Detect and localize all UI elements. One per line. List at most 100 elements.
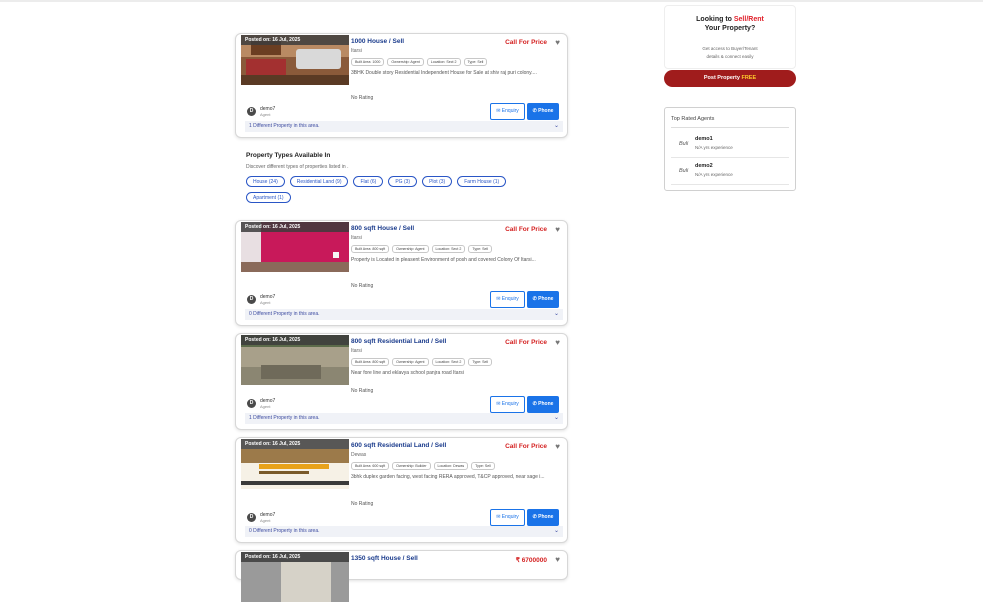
listing-price: ₹ 6700000 [515, 557, 547, 564]
listing-card[interactable]: Posted on: 16 Jul, 2025 600 sqft Residen… [235, 437, 568, 543]
tag-built-area: Built Area: 600 sqft [351, 462, 390, 470]
enquiry-button[interactable]: ✉ Enquiry [490, 291, 525, 308]
posted-date: Posted on: 16 Jul, 2025 [241, 35, 349, 45]
agent-info[interactable]: D demo7 Agent [247, 294, 275, 305]
pill-pg[interactable]: PG (3) [388, 176, 418, 187]
listing-card[interactable]: Posted on: 16 Jul, 2025 1350 sqft House … [235, 550, 568, 602]
listing-city: Dewas [351, 452, 367, 458]
listing-tags: Built Area: 1000 Ownership: Agent Locati… [351, 58, 561, 66]
agent-info[interactable]: D demo7 Agent [247, 398, 275, 409]
agent-role: Agent [260, 404, 271, 409]
tag-location: Location: Sect 2 [431, 358, 466, 366]
pill-residential-land[interactable]: Residential Land (9) [289, 176, 349, 187]
rating-text: No Rating [351, 283, 374, 289]
agent-avatar: D [247, 295, 256, 304]
favorite-heart-icon[interactable]: ♥ [555, 442, 560, 451]
promo-heading-highlight: Sell/Rent [733, 16, 764, 23]
chevron-down-icon[interactable]: ⌄ [554, 121, 559, 132]
favorite-heart-icon[interactable]: ♥ [555, 338, 560, 347]
favorite-heart-icon[interactable]: ♥ [555, 38, 560, 47]
listing-card[interactable]: Posted on: 16 Jul, 2025 1000 House / Sel… [235, 33, 568, 138]
pill-apartment[interactable]: Apartment (1) [246, 192, 291, 203]
agent-avatar: D [247, 107, 256, 116]
listing-photo[interactable]: Posted on: 16 Jul, 2025 [241, 439, 349, 489]
area-note: 0 Different Property in this area. [249, 528, 320, 534]
agent-logo: Buli [679, 141, 689, 147]
tag-ownership: Ownership: Agent [387, 58, 424, 66]
area-properties-bar[interactable]: 0 Different Property in this area. ⌄ [245, 309, 563, 320]
listing-price: Call For Price [505, 226, 547, 233]
enquiry-button[interactable]: ✉ Enquiry [490, 509, 525, 526]
listing-price: Call For Price [505, 339, 547, 346]
agent-row[interactable]: Buli demo1 N/A yrs experience [671, 131, 789, 158]
listing-city: Itarsi [351, 348, 362, 354]
phone-button[interactable]: ✆ Phone [527, 396, 559, 413]
posted-date: Posted on: 16 Jul, 2025 [241, 552, 349, 562]
tag-ownership: Ownership: Builder [392, 462, 431, 470]
agent-name[interactable]: demo2 [695, 163, 713, 169]
area-properties-bar[interactable]: 0 Different Property in this area. ⌄ [245, 526, 563, 537]
rating-text: No Rating [351, 501, 374, 507]
post-property-label: Post Property [703, 75, 742, 81]
agent-experience: N/A yrs experience [695, 145, 733, 150]
listing-card[interactable]: Posted on: 16 Jul, 2025 800 sqft House /… [235, 220, 568, 326]
posted-date: Posted on: 16 Jul, 2025 [241, 439, 349, 449]
promo-subtext: Get access to Buyer/Tenant details & con… [664, 45, 796, 61]
agent-info[interactable]: D demo7 Agent [247, 512, 275, 523]
chevron-down-icon[interactable]: ⌄ [554, 309, 559, 320]
enquiry-button[interactable]: ✉ Enquiry [490, 396, 525, 413]
agent-name[interactable]: demo1 [695, 136, 713, 142]
rating-text: No Rating [351, 95, 374, 101]
enquiry-button[interactable]: ✉ Enquiry [490, 103, 525, 120]
rating-text: No Rating [351, 388, 374, 394]
listing-photo[interactable]: Posted on: 16 Jul, 2025 [241, 552, 349, 602]
property-types-section: Property Types Available In Discover dif… [246, 152, 566, 203]
chevron-down-icon[interactable]: ⌄ [554, 526, 559, 537]
agent-role: Agent [260, 518, 271, 523]
top-rated-agents-panel: Top Rated Agents Buli demo1 N/A yrs expe… [664, 107, 796, 191]
tag-location: Location: Sect 2 [426, 58, 461, 66]
post-property-button[interactable]: Post Property FREE [664, 70, 796, 87]
property-type-pills: House (24) Residential Land (9) Flat (6)… [246, 176, 546, 203]
phone-button[interactable]: ✆ Phone [527, 509, 559, 526]
listing-city: Itarsi [351, 48, 362, 54]
pill-house[interactable]: House (24) [246, 176, 285, 187]
area-properties-bar[interactable]: 1 Different Property in this area. ⌄ [245, 413, 563, 424]
top-divider [0, 0, 983, 2]
agent-info[interactable]: D demo7 Agent [247, 106, 275, 117]
phone-button[interactable]: ✆ Phone [527, 291, 559, 308]
promo-heading: Looking to Sell/Rent Your Property? [664, 15, 796, 33]
posted-date: Posted on: 16 Jul, 2025 [241, 222, 349, 232]
property-types-heading: Property Types Available In [246, 152, 331, 159]
agent-row[interactable]: Buli demo2 N/A yrs experience [671, 158, 789, 185]
chevron-down-icon[interactable]: ⌄ [554, 413, 559, 424]
tag-ownership: Ownership: Agent [392, 358, 429, 366]
tag-built-area: Built Area: 800 sqft [351, 358, 390, 366]
favorite-heart-icon[interactable]: ♥ [555, 225, 560, 234]
phone-button[interactable]: ✆ Phone [527, 103, 559, 120]
agent-experience: N/A yrs experience [695, 172, 733, 177]
favorite-heart-icon[interactable]: ♥ [555, 555, 560, 564]
tag-type: Type: Sell [471, 462, 495, 470]
area-note: 1 Different Property in this area. [249, 123, 320, 129]
listing-description: Near fore line and eklavya school panjra… [351, 370, 464, 376]
listing-city: Itarsi [351, 235, 362, 241]
listing-photo[interactable]: Posted on: 16 Jul, 2025 [241, 35, 349, 85]
listing-description: 3bhk duplex garden facing, west facing R… [351, 474, 545, 480]
free-badge: FREE [741, 75, 757, 81]
listing-price: Call For Price [505, 443, 547, 450]
area-properties-bar[interactable]: 1 Different Property in this area. ⌄ [245, 121, 563, 132]
listing-photo[interactable]: Posted on: 16 Jul, 2025 [241, 335, 349, 385]
pill-flat[interactable]: Flat (6) [353, 176, 384, 187]
listing-photo[interactable]: Posted on: 16 Jul, 2025 [241, 222, 349, 272]
listing-tags: Built Area: 800 sqft Ownership: Agent Lo… [351, 245, 561, 253]
pill-plot[interactable]: Plot (3) [422, 176, 453, 187]
pill-farm-house[interactable]: Farm House (1) [457, 176, 507, 187]
posted-date: Posted on: 16 Jul, 2025 [241, 335, 349, 345]
agent-avatar: D [247, 399, 256, 408]
promo-heading-prefix: Looking to [696, 16, 734, 23]
tag-type: Type: Sell [468, 245, 493, 253]
top-agents-heading: Top Rated Agents [671, 116, 789, 128]
listing-price: Call For Price [505, 39, 547, 46]
listing-card[interactable]: Posted on: 16 Jul, 2025 800 sqft Residen… [235, 333, 568, 430]
